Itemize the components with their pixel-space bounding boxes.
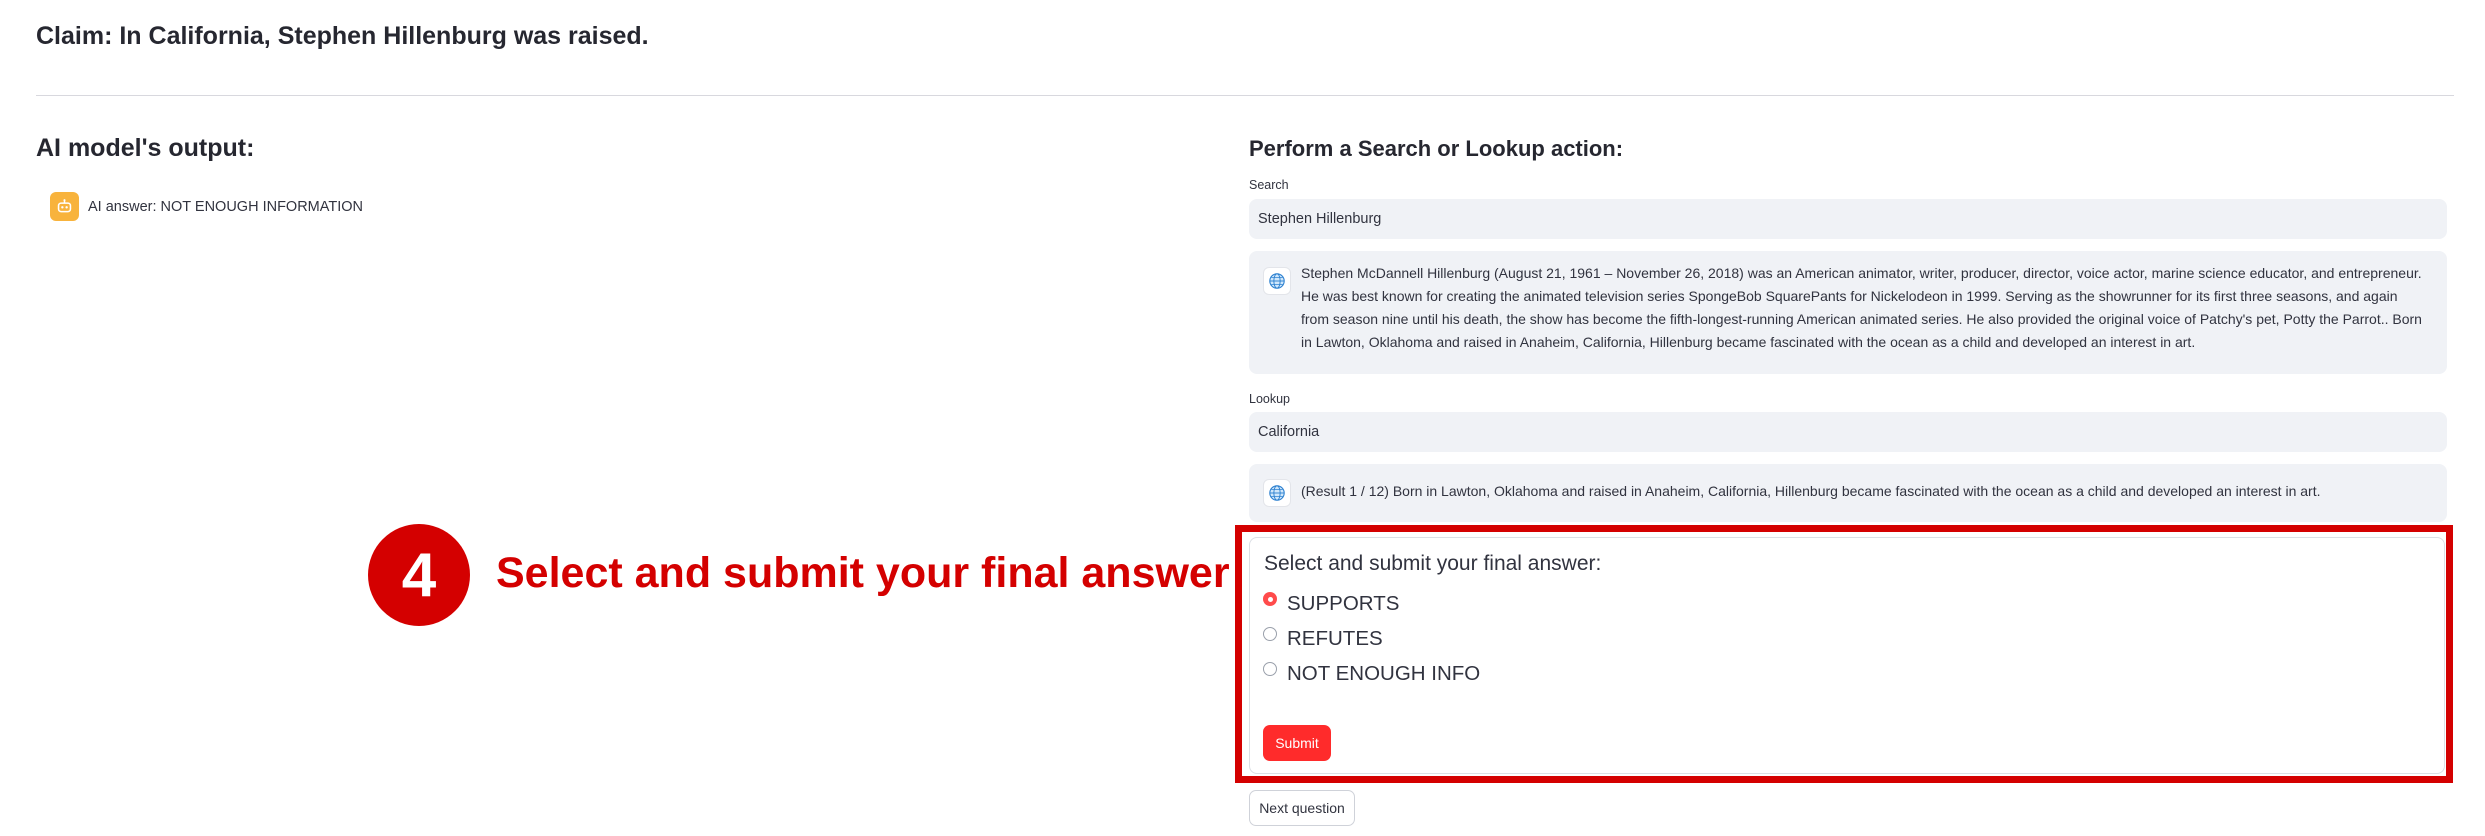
submit-button[interactable]: Submit [1263, 725, 1331, 761]
search-label: Search [1249, 178, 1289, 192]
radio-selected-icon[interactable] [1263, 592, 1277, 606]
action-heading: Perform a Search or Lookup action: [1249, 136, 1624, 161]
radio-label: NOT ENOUGH INFO [1287, 662, 1481, 685]
search-result-text: Stephen McDannell Hillenburg (August 21,… [1301, 265, 2422, 350]
radio-unselected-icon[interactable] [1263, 662, 1277, 676]
radio-label: SUPPORTS [1287, 592, 1400, 615]
lookup-result-message: (Result 1 / 12) Born in Lawton, Oklahoma… [1249, 464, 2447, 522]
ai-output-heading: AI model's output: [36, 134, 255, 162]
search-input[interactable]: Stephen Hillenburg [1249, 199, 2447, 239]
radio-option-supports[interactable]: SUPPORTS [1263, 592, 1399, 616]
ai-answer-text: AI answer: NOT ENOUGH INFORMATION [88, 198, 363, 215]
step-number-badge: 4 [368, 524, 470, 626]
ai-answer-message: AI answer: NOT ENOUGH INFORMATION [50, 192, 363, 221]
robot-icon [50, 192, 79, 221]
step-instruction: Select and submit your final answer [496, 549, 1230, 597]
radio-option-refutes[interactable]: REFUTES [1263, 627, 1383, 651]
search-result-message: Stephen McDannell Hillenburg (August 21,… [1249, 251, 2447, 374]
radio-unselected-icon[interactable] [1263, 627, 1277, 641]
radio-option-not-enough-info[interactable]: NOT ENOUGH INFO [1263, 662, 1480, 686]
divider [36, 95, 2454, 96]
lookup-result-text: (Result 1 / 12) Born in Lawton, Oklahoma… [1301, 483, 2321, 499]
lookup-input[interactable]: California [1249, 412, 2447, 452]
globe-icon [1263, 267, 1291, 295]
radio-label: REFUTES [1287, 627, 1383, 650]
lookup-label: Lookup [1249, 392, 1291, 406]
globe-icon [1263, 479, 1291, 507]
next-question-button[interactable]: Next question [1249, 790, 1355, 826]
claim-title: Claim: In California, Stephen Hillenburg… [36, 22, 649, 50]
answer-form-title: Select and submit your final answer: [1264, 552, 1602, 575]
